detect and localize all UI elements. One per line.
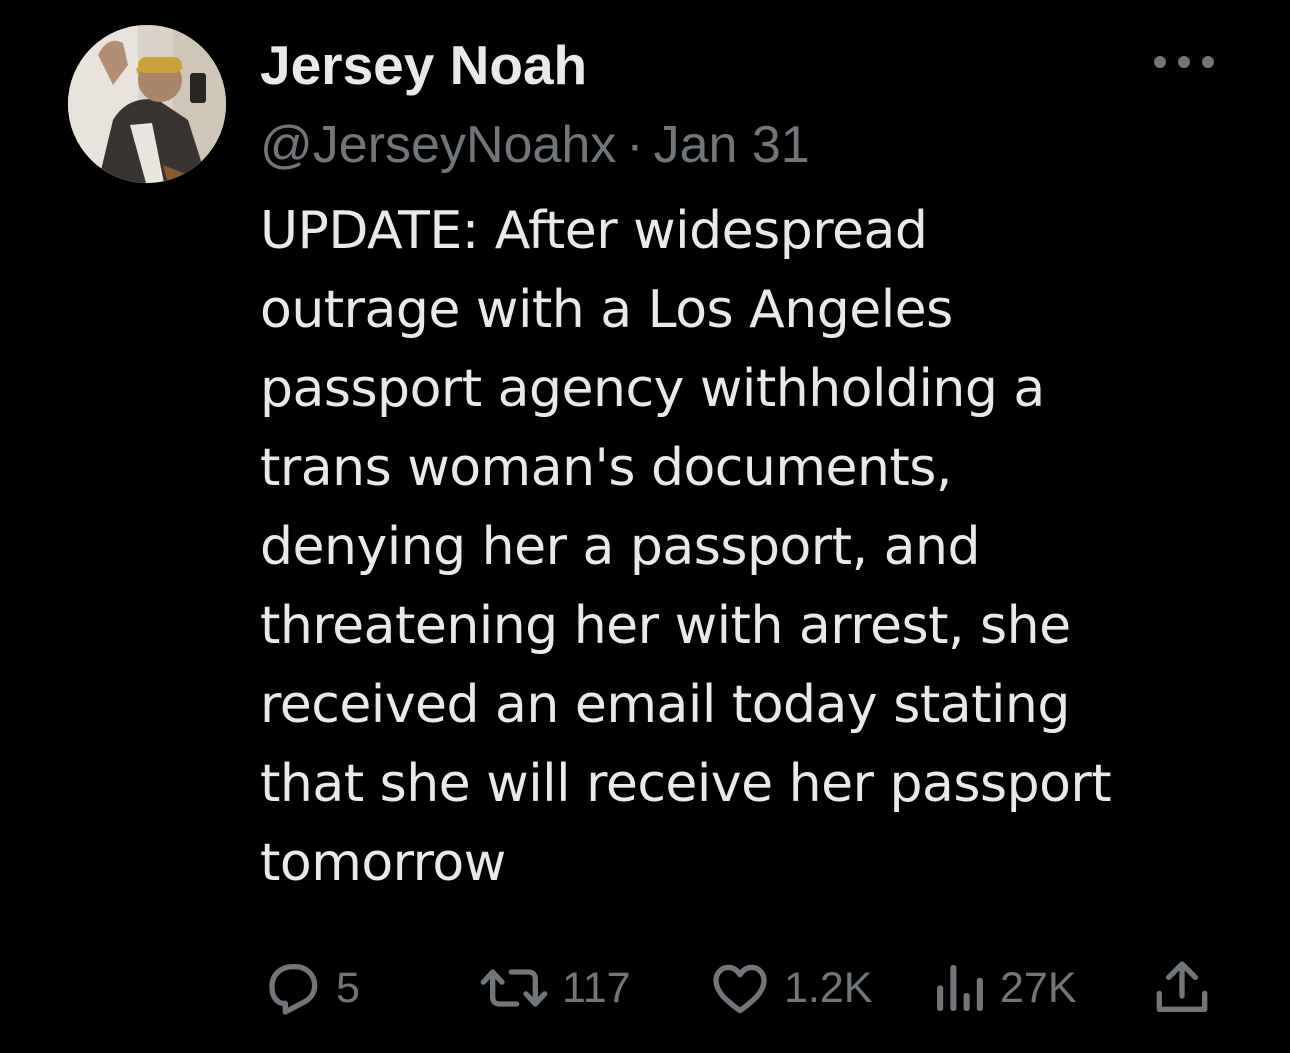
avatar-image <box>68 25 226 183</box>
reply-count: 5 <box>336 963 360 1012</box>
views-count: 27K <box>1000 963 1077 1012</box>
display-name[interactable]: Jersey Noah <box>260 30 587 100</box>
reply-icon <box>269 964 318 1015</box>
avatar[interactable] <box>68 25 226 183</box>
reply-button[interactable]: 5 <box>260 950 360 1026</box>
more-options-button[interactable] <box>1148 40 1220 84</box>
tweet-card[interactable]: Jersey Noah @JerseyNoahx · Jan 31 UPDATE: … <box>0 0 1290 1053</box>
handle[interactable]: @JerseyNoahx <box>260 116 616 174</box>
like-button[interactable]: 1.2K <box>708 950 872 1026</box>
retweet-button[interactable]: 117 <box>478 950 631 1026</box>
share-icon <box>1156 961 1208 1012</box>
tweet-text: UPDATE: After widespread outrage with a … <box>260 201 1112 893</box>
more-horizontal-icon <box>1154 56 1214 68</box>
views-button[interactable]: 27K <box>932 950 1077 1026</box>
action-bar: 5 117 1.2K 27K <box>260 950 1230 1026</box>
like-count: 1.2K <box>784 963 873 1012</box>
tweet-meta: @JerseyNoahx · Jan 31 <box>260 110 810 180</box>
retweet-icon <box>480 969 548 1007</box>
retweet-count: 117 <box>562 963 631 1012</box>
tweet-date[interactable]: Jan 31 <box>654 116 810 174</box>
meta-separator: · <box>626 116 644 174</box>
share-button[interactable] <box>1150 950 1214 1026</box>
heart-icon <box>713 964 767 1014</box>
views-chart-icon <box>937 965 983 1011</box>
